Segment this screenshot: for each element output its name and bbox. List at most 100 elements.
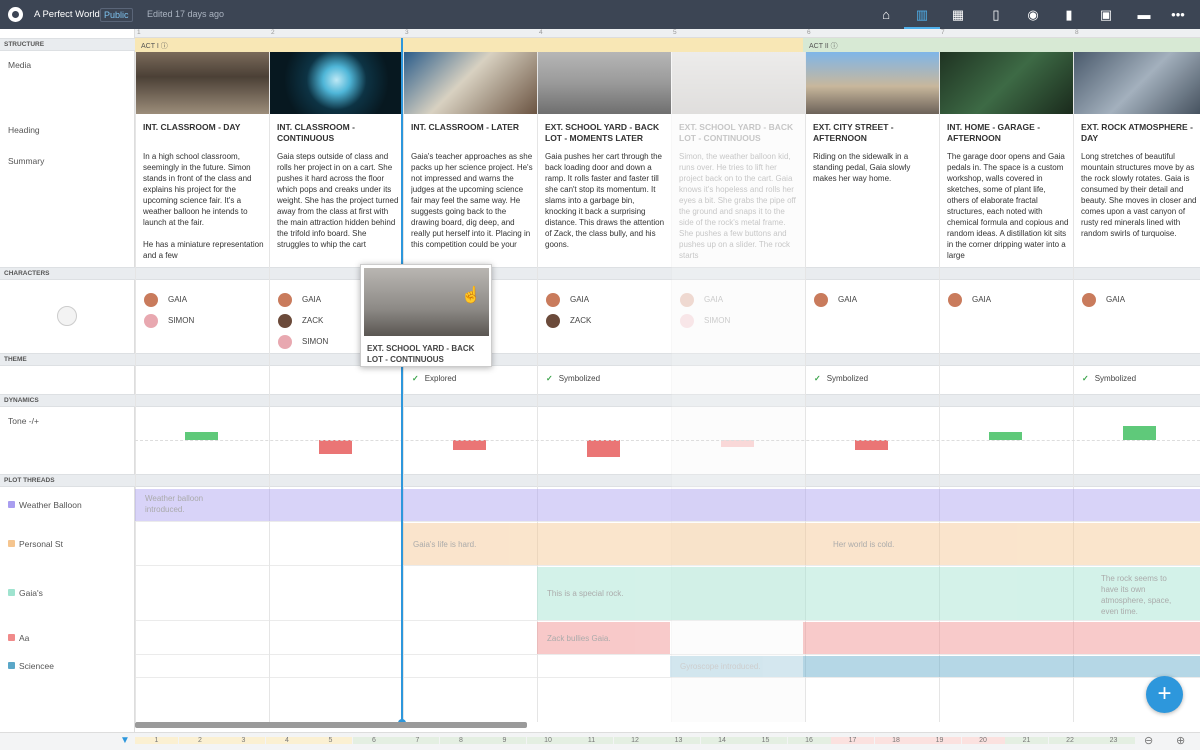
scene-heading[interactable]: EXT. CITY STREET - AFTERNOON — [813, 122, 935, 144]
tone-bar[interactable] — [1123, 426, 1156, 440]
plot-thread-label[interactable]: Aa — [8, 633, 29, 643]
scene-nav-number[interactable]: 19 — [918, 737, 961, 744]
act-two[interactable]: ACT II ⓘ — [803, 38, 1200, 52]
scene-nav-number[interactable]: 4 — [265, 737, 309, 744]
character-chip[interactable]: SIMON — [680, 310, 730, 331]
scene-summary[interactable]: Gaia pushes her cart through the back lo… — [545, 151, 667, 261]
scene-drag-preview[interactable]: EXT. SCHOOL YARD - BACK LOT - CONTINUOUS… — [360, 264, 492, 367]
plot-thread-band[interactable]: This is a special rock. — [537, 567, 803, 620]
character-chip[interactable]: GAIA — [680, 289, 730, 310]
scene-thumbnail[interactable] — [404, 52, 537, 114]
theme-tag[interactable]: ✓ Symbolized — [1082, 374, 1136, 383]
app-logo-icon[interactable] — [8, 7, 23, 22]
visibility-badge[interactable]: Public — [100, 8, 133, 22]
scene-summary[interactable]: Simon, the weather balloon kid, runs ove… — [679, 151, 801, 261]
plot-thread-band[interactable] — [803, 656, 1200, 677]
theme-tag[interactable]: ✓ Symbolized — [546, 374, 600, 383]
scene-column[interactable]: EXT. SCHOOL YARD - BACK LOT - CONTINUOUS… — [671, 52, 805, 722]
single-card-icon[interactable]: ▯ — [978, 0, 1014, 29]
tone-bar[interactable] — [453, 440, 486, 450]
character-icon[interactable]: ◉ — [1015, 0, 1051, 29]
scene-column[interactable]: INT. CLASSROOM - DAY In a high school cla… — [135, 52, 269, 722]
add-character-icon[interactable] — [57, 306, 77, 326]
scene-nav-number[interactable]: 13 — [657, 737, 700, 744]
scene-nav-number[interactable]: 8 — [439, 737, 483, 744]
character-chip[interactable]: GAIA — [144, 289, 194, 310]
scene-summary[interactable]: Gaia steps outside of class and rolls he… — [277, 151, 399, 261]
plot-thread-band[interactable]: The rock seems to have its own atmospher… — [803, 567, 1200, 620]
character-chip[interactable]: ZACK — [278, 310, 328, 331]
theme-tag[interactable]: ✓ Symbolized — [814, 374, 868, 383]
scene-heading[interactable]: EXT. ROCK ATMOSPHERE - DAY — [1081, 122, 1200, 144]
plot-thread-band[interactable]: Her world is cold. — [803, 523, 1200, 565]
horizontal-scrollbar[interactable] — [135, 722, 527, 728]
scene-thumbnail[interactable] — [270, 52, 403, 114]
scene-nav-number[interactable]: 22 — [1048, 737, 1092, 744]
tone-bar[interactable] — [721, 440, 754, 447]
scene-heading[interactable]: EXT. SCHOOL YARD - BACK LOT - CONTINUOUS — [679, 122, 801, 144]
scene-heading[interactable]: EXT. SCHOOL YARD - BACK LOT - MOMENTS LA… — [545, 122, 667, 144]
scene-thumbnail[interactable] — [672, 52, 805, 114]
scene-nav-number[interactable]: 6 — [352, 737, 396, 744]
character-chip[interactable]: GAIA — [814, 289, 857, 310]
comment-icon[interactable]: ▬ — [1126, 0, 1162, 29]
character-chip[interactable]: GAIA — [546, 289, 591, 310]
scene-thumbnail[interactable] — [136, 52, 269, 114]
plot-thread-band[interactable] — [803, 622, 1200, 654]
plot-thread-label[interactable]: Sciencee — [8, 661, 54, 671]
scene-summary[interactable]: Gaia's teacher approaches as she packs u… — [411, 151, 533, 261]
plot-thread-label[interactable]: Gaia's — [8, 588, 43, 598]
plot-thread-band[interactable]: Zack bullies Gaia. — [537, 622, 670, 654]
scene-column[interactable]: INT. CLASSROOM - LATER Gaia's teacher app… — [403, 52, 537, 722]
scene-nav-number[interactable]: 5 — [309, 737, 352, 744]
scene-nav-number[interactable]: 16 — [787, 737, 831, 744]
character-chip[interactable]: SIMON — [278, 331, 328, 352]
theme-tag[interactable]: ✓ Explored — [412, 374, 456, 383]
home-icon[interactable]: ⌂ — [868, 0, 904, 29]
scene-nav-number[interactable]: 18 — [874, 737, 918, 744]
scene-nav-number[interactable]: 12 — [613, 737, 657, 744]
scene-nav-number[interactable]: 10 — [526, 737, 570, 744]
plot-thread-label[interactable]: Personal St — [8, 539, 63, 549]
character-chip[interactable]: SIMON — [144, 310, 194, 331]
scene-summary[interactable]: In a high school classroom, seemingly in… — [143, 151, 265, 261]
scene-nav-number[interactable]: 3 — [222, 737, 265, 744]
zoom-in-icon[interactable]: ⊕ — [1176, 734, 1185, 747]
scene-nav-number[interactable]: 20 — [961, 737, 1005, 744]
scene-nav-number[interactable]: 1 — [135, 737, 178, 744]
columns-icon[interactable]: ▥ — [904, 0, 940, 29]
scene-nav-number[interactable]: 7 — [396, 737, 439, 744]
scene-nav-number[interactable]: 23 — [1092, 737, 1135, 744]
scene-summary[interactable]: Riding on the sidewalk in a standing ped… — [813, 151, 935, 261]
tone-bar[interactable] — [587, 440, 620, 457]
character-chip[interactable]: GAIA — [278, 289, 328, 310]
scene-summary[interactable]: Long stretches of beautiful mountain str… — [1081, 151, 1200, 261]
playhead[interactable] — [401, 38, 403, 722]
project-title[interactable]: A Perfect World — [34, 9, 100, 20]
media-icon[interactable]: ▣ — [1088, 0, 1124, 29]
character-chip[interactable]: GAIA — [1082, 289, 1125, 310]
scene-thumbnail[interactable] — [1074, 52, 1200, 114]
scene-nav-number[interactable]: 2 — [178, 737, 222, 744]
tone-bar[interactable] — [185, 431, 218, 440]
tone-bar[interactable] — [855, 440, 888, 450]
filter-icon[interactable]: ▼ — [120, 735, 130, 746]
more-icon[interactable]: ••• — [1160, 0, 1196, 29]
scene-heading[interactable]: INT. CLASSROOM - CONTINUOUS — [277, 122, 399, 144]
act-one[interactable]: ACT I ⓘ — [135, 38, 803, 52]
scene-nav-number[interactable]: 14 — [700, 737, 744, 744]
scene-nav-number[interactable]: 9 — [483, 737, 526, 744]
scene-nav-number[interactable]: 11 — [570, 737, 613, 744]
plot-thread-label[interactable]: Weather Balloon — [8, 500, 82, 510]
scene-heading[interactable]: INT. CLASSROOM - DAY — [143, 122, 265, 133]
plot-thread-band[interactable]: Weather balloon introduced. — [135, 489, 1200, 521]
scene-nav-number[interactable]: 15 — [744, 737, 787, 744]
scene-thumbnail[interactable] — [538, 52, 671, 114]
grid-icon[interactable]: ▦ — [940, 0, 976, 29]
plot-thread-band[interactable]: Gyroscope introduced. — [670, 656, 803, 677]
scene-heading[interactable]: INT. CLASSROOM - LATER — [411, 122, 533, 133]
scene-column[interactable]: INT. CLASSROOM - CONTINUOUS Gaia steps ou… — [269, 52, 403, 722]
tone-bar[interactable] — [319, 440, 352, 454]
tone-bar[interactable] — [989, 431, 1022, 440]
character-chip[interactable]: GAIA — [948, 289, 991, 310]
